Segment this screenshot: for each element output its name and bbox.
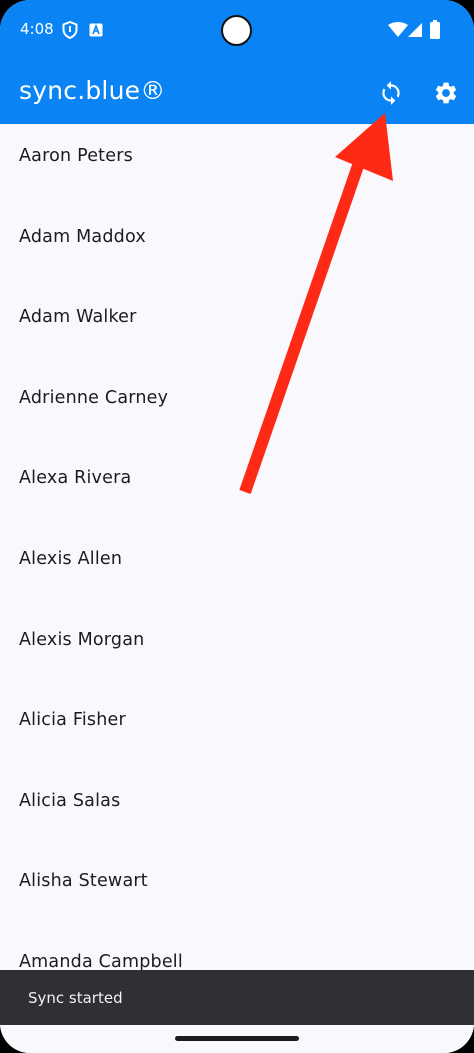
list-item[interactable]: Aaron Peters [0,124,474,205]
contact-list[interactable]: Aaron Peters Adam Maddox Adam Walker Adr… [0,124,474,970]
list-item[interactable]: Adam Maddox [0,205,474,286]
list-item[interactable]: Alexis Morgan [0,608,474,689]
status-bar: 4:08 [0,0,474,62]
shield-icon [62,21,78,39]
a-badge-icon [89,23,103,37]
snackbar: Sync started [0,970,474,1025]
list-item[interactable]: Alisha Stewart [0,849,474,930]
status-time: 4:08 [20,20,54,38]
settings-icon [435,82,457,104]
phone-screen: 4:08 sync.blue® Aaron Peters Adam Maddox… [0,0,474,1053]
app-title: sync.blue® [19,76,166,105]
sync-button[interactable] [374,76,408,110]
signal-icon [408,23,422,37]
settings-button[interactable] [429,76,463,110]
camera-cutout [221,15,252,46]
list-item[interactable]: Alicia Salas [0,769,474,850]
snackbar-message: Sync started [28,989,123,1007]
app-bar: sync.blue® [0,62,474,124]
wifi-icon [388,22,408,37]
list-item[interactable]: Alicia Fisher [0,688,474,769]
sync-icon [382,81,400,105]
battery-icon [430,20,440,39]
list-item[interactable]: Alexis Allen [0,527,474,608]
list-item[interactable]: Amanda Campbell [0,930,474,970]
list-item[interactable]: Adam Walker [0,285,474,366]
gesture-handle[interactable] [175,1036,299,1041]
list-item[interactable]: Adrienne Carney [0,366,474,447]
list-item[interactable]: Alexa Rivera [0,446,474,527]
